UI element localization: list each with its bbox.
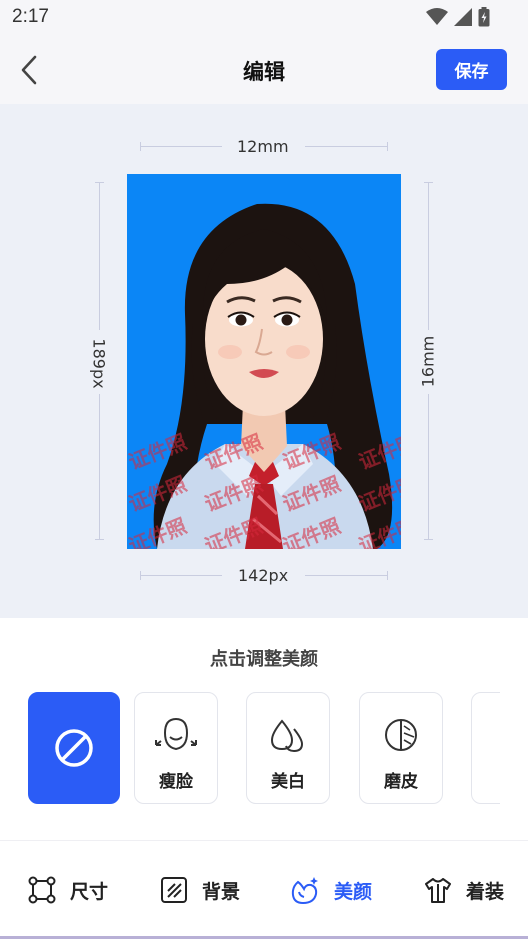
bottom-dimension-tick-left <box>140 571 141 580</box>
nav-label: 着装 <box>466 880 505 903</box>
nav-label: 美颜 <box>334 880 373 903</box>
left-dimension-line-bottom <box>99 394 100 540</box>
beauty-icon <box>291 877 318 905</box>
nav-item-beauty[interactable]: 美颜 <box>290 875 372 905</box>
ban-icon <box>55 729 93 767</box>
top-dimension-tick-right <box>387 142 388 151</box>
left-dimension-tick-top <box>95 182 104 183</box>
nav-item-clothing[interactable]: 着装 <box>424 875 504 905</box>
face-slim-icon <box>155 717 197 751</box>
beauty-option-more[interactable] <box>471 692 500 804</box>
beauty-option-label: 瘦脸 <box>159 772 193 792</box>
wifi-icon <box>426 8 448 25</box>
crop-size-icon <box>28 876 56 904</box>
top-dimension-line-left <box>140 146 222 147</box>
beauty-hint: 点击调整美颜 <box>210 649 318 670</box>
bottom-dimension-line-right <box>305 575 388 576</box>
clothing-icon <box>425 878 451 903</box>
right-dimension-tick-bottom <box>424 539 433 540</box>
status-bar: 2:17 <box>0 0 528 36</box>
save-button[interactable]: 保存 <box>436 49 507 90</box>
id-photo-preview[interactable]: 证件照 证件照 证件照 证件照 证件照 证件照 证件照 证件照 证件照 证件照 … <box>127 174 401 549</box>
status-icons <box>426 6 490 28</box>
left-dimension-line-top <box>99 182 100 330</box>
beauty-option-smooth-skin[interactable]: 磨皮 <box>359 692 443 804</box>
beauty-option-slim-face[interactable]: 瘦脸 <box>134 692 218 804</box>
nav-label: 背景 <box>202 880 241 903</box>
beauty-option-label: 磨皮 <box>384 772 418 792</box>
beauty-option-whiten[interactable]: 美白 <box>246 692 330 804</box>
height-px-label: 189px <box>89 338 109 389</box>
top-dimension-line-right <box>305 146 388 147</box>
bottom-dimension-tick-right <box>387 571 388 580</box>
height-mm-label: 16mm <box>418 335 438 388</box>
nav-item-background[interactable]: 背景 <box>160 875 240 905</box>
left-dimension-tick-bottom <box>95 539 104 540</box>
app-header: 编辑 保存 <box>0 36 528 104</box>
nav-item-size[interactable]: 尺寸 <box>28 875 108 905</box>
background-icon <box>161 877 187 903</box>
battery-icon <box>478 7 490 27</box>
width-px-label: 142px <box>238 566 289 585</box>
photo-preview-area: 12mm 189px 16mm 142px 证件照 证件照 证件照 证件照 证件… <box>0 104 528 618</box>
width-mm-label: 12mm <box>237 137 289 156</box>
bottom-dimension-line-left <box>140 575 222 576</box>
status-time: 2:17 <box>12 6 49 27</box>
right-dimension-line-top <box>428 182 429 330</box>
smooth-skin-icon <box>385 719 417 751</box>
whiten-drops-icon <box>270 719 304 753</box>
partial-icon <box>493 715 500 755</box>
beauty-option-none[interactable] <box>28 692 120 804</box>
beauty-option-label: 美白 <box>271 772 305 792</box>
top-dimension-tick-left <box>140 142 141 151</box>
signal-icon <box>454 8 472 26</box>
bottom-nav: 尺寸 背景 美颜 着装 <box>0 841 528 939</box>
beauty-options: 瘦脸 美白 磨皮 <box>28 692 500 804</box>
nav-label: 尺寸 <box>70 880 109 903</box>
right-dimension-line-bottom <box>428 394 429 540</box>
right-dimension-tick-top <box>424 182 433 183</box>
